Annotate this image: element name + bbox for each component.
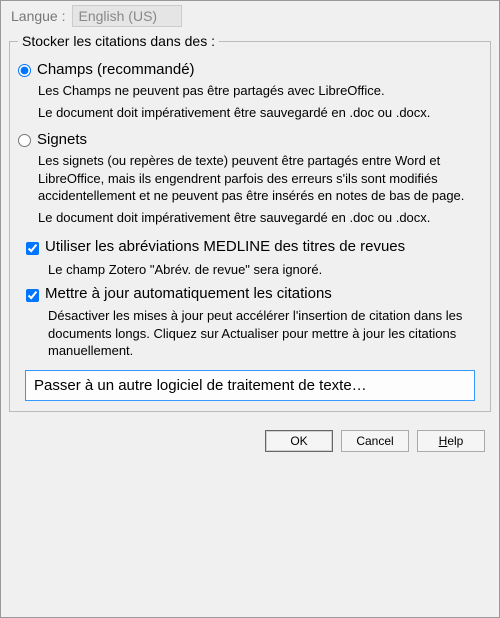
option-fields-title: Champs (recommandé) [37,61,195,78]
option-bookmarks[interactable]: Signets [16,131,484,148]
option-medline-title: Utiliser les abréviations MEDLINE des ti… [45,238,405,257]
option-medline[interactable]: Utiliser les abréviations MEDLINE des ti… [16,238,484,257]
option-fields[interactable]: Champs (recommandé) [16,61,484,78]
checkbox-medline[interactable] [26,242,39,255]
checkbox-autoupdate[interactable] [26,289,39,302]
dialog-button-row: OK Cancel Help [1,420,499,462]
group-legend: Stocker les citations dans des : [18,33,219,49]
language-row: Langue : English (US) [1,1,499,33]
radio-bookmarks[interactable] [18,134,31,147]
option-bookmarks-desc1: Les signets (ou repères de texte) peuven… [38,152,476,205]
switch-word-processor-button[interactable]: Passer à un autre logiciel de traitement… [25,370,475,401]
language-value: English (US) [79,8,158,24]
ok-button[interactable]: OK [265,430,333,452]
language-select[interactable]: English (US) [72,5,182,27]
option-autoupdate-desc: Désactiver les mises à jour peut accélér… [48,307,476,360]
cancel-button[interactable]: Cancel [341,430,409,452]
language-label: Langue : [11,8,66,24]
option-autoupdate[interactable]: Mettre à jour automatiquement les citati… [16,285,484,304]
radio-fields[interactable] [18,64,31,77]
option-fields-desc1: Les Champs ne peuvent pas être partagés … [38,82,476,100]
option-bookmarks-title: Signets [37,131,87,148]
option-fields-desc2: Le document doit impérativement être sau… [38,104,476,122]
option-bookmarks-desc2: Le document doit impérativement être sau… [38,209,476,227]
option-medline-desc: Le champ Zotero "Abrév. de revue" sera i… [48,261,476,279]
help-button[interactable]: Help [417,430,485,452]
store-citations-group: Stocker les citations dans des : Champs … [9,33,491,412]
option-autoupdate-title: Mettre à jour automatiquement les citati… [45,285,332,304]
help-label-rest: elp [447,434,463,448]
